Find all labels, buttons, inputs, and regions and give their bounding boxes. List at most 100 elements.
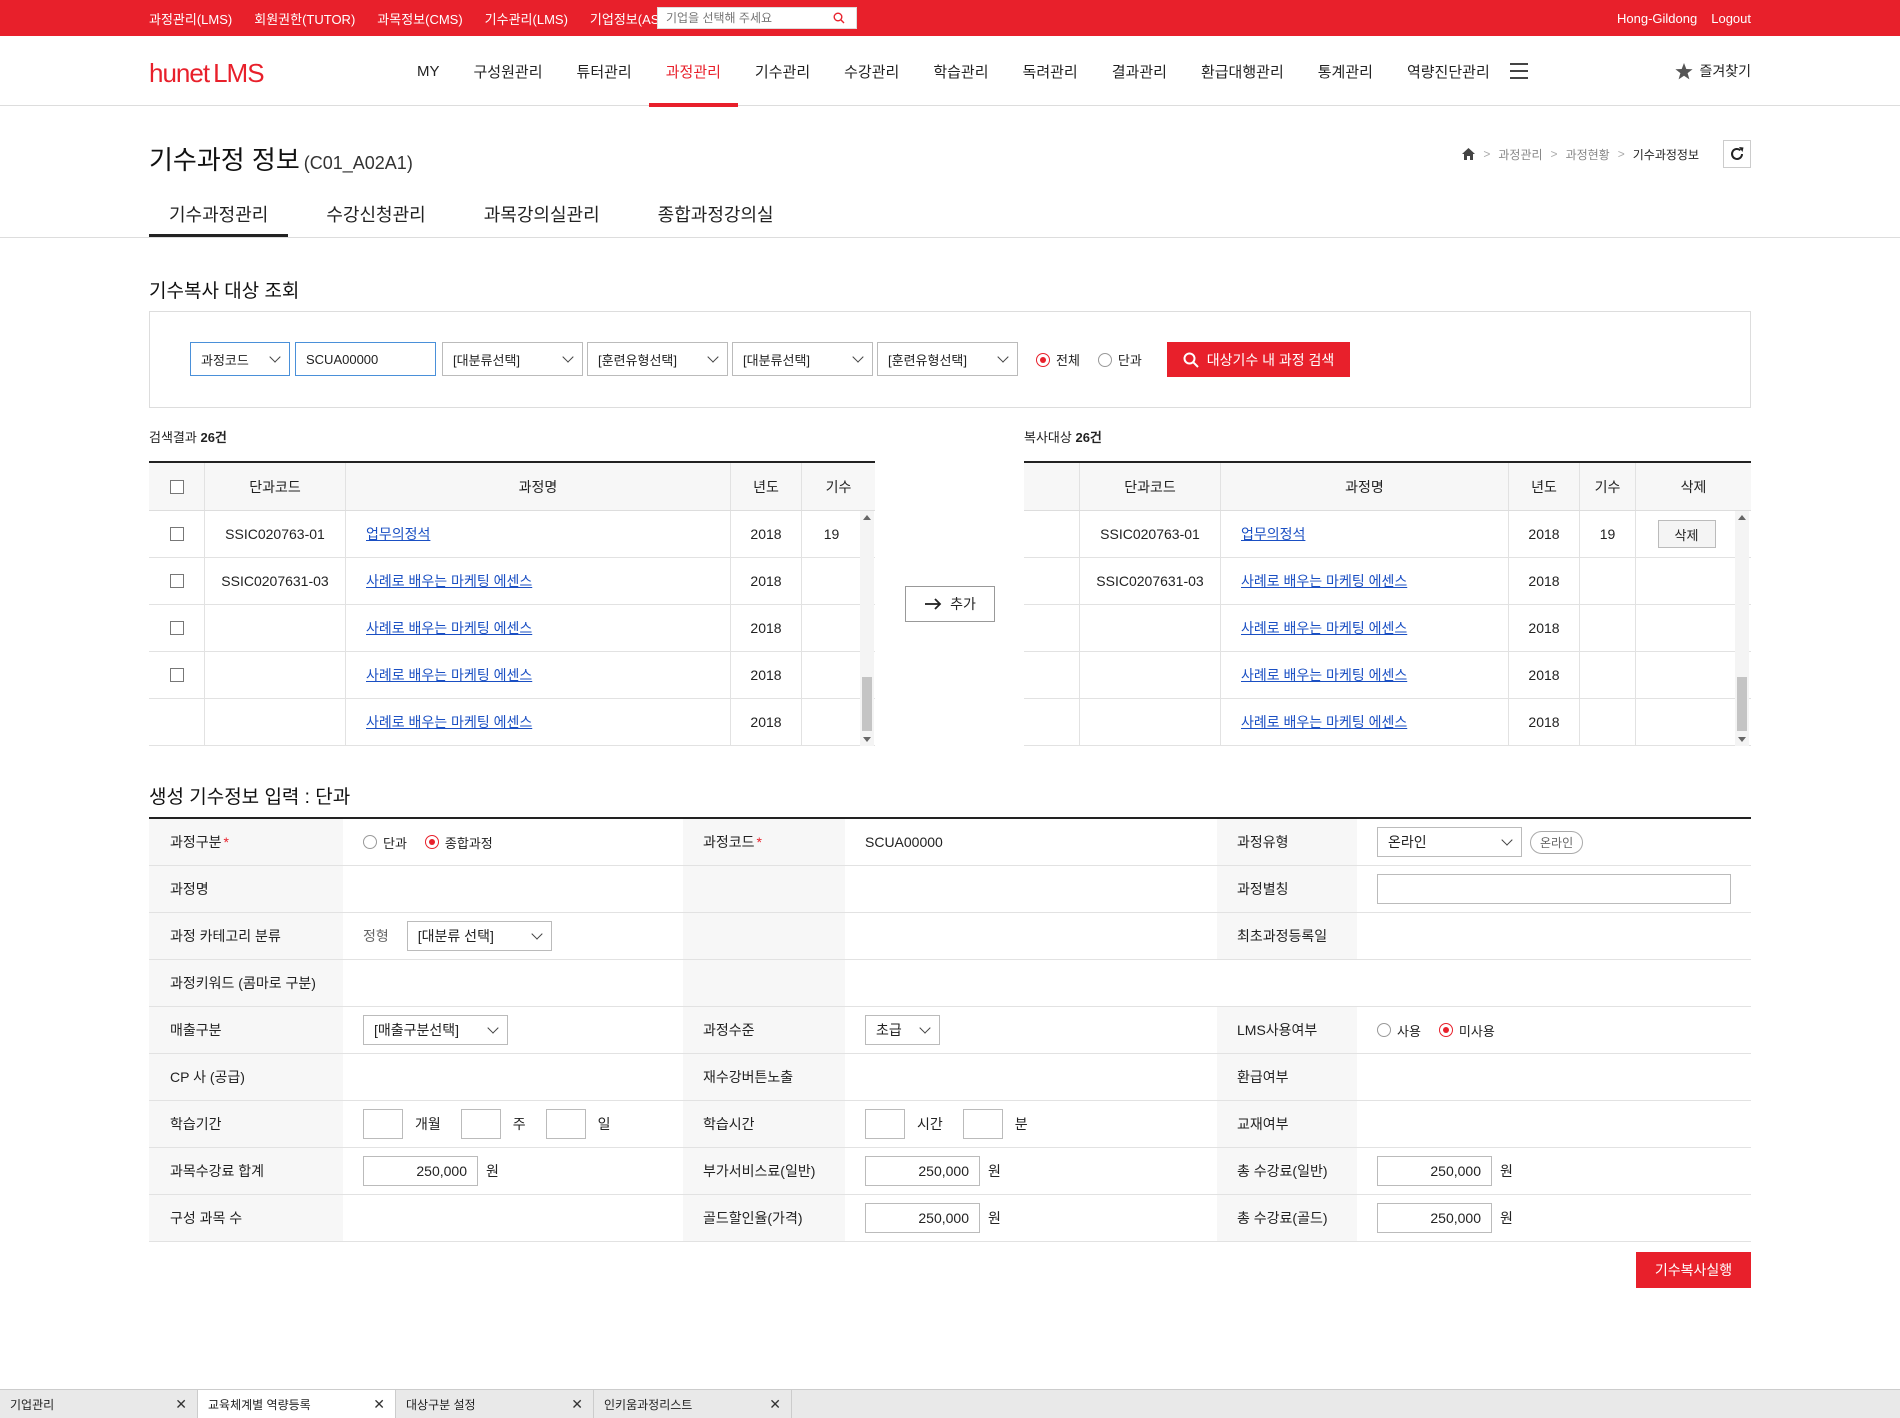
row-checkbox[interactable] <box>169 574 184 588</box>
course-kind-select[interactable]: 온라인 <box>1377 827 1522 857</box>
gold-discount-input[interactable]: 250,000 <box>865 1203 980 1233</box>
category-select-1[interactable]: [대분류선택] <box>442 342 583 376</box>
lms-use-radio-yes[interactable]: 사용 <box>1377 1021 1421 1040</box>
gnb-item-refund[interactable]: 환급대행관리 <box>1184 36 1301 106</box>
bottom-tab[interactable]: 기업관리 ✕ <box>0 1390 198 1418</box>
scrollbar-thumb[interactable] <box>862 677 872 731</box>
scrollbar-thumb[interactable] <box>1737 677 1747 731</box>
top-link-subject-cms[interactable]: 과목정보(CMS) <box>377 9 462 28</box>
course-name-link[interactable]: 업무의정석 <box>366 524 430 544</box>
time-min-input[interactable] <box>962 1109 1003 1139</box>
gnb-item-statistics[interactable]: 통계관리 <box>1301 36 1390 106</box>
period-week-input[interactable] <box>460 1109 501 1139</box>
tab-enrollment-request[interactable]: 수강신청관리 <box>306 190 445 238</box>
course-type-radio-integrated[interactable]: 종합과정 <box>424 833 493 852</box>
blank-cell <box>1024 699 1080 745</box>
select-all-cell <box>149 463 205 510</box>
results-scrollbar[interactable] <box>860 511 874 746</box>
chevron-down-icon <box>562 351 574 363</box>
category-prefix: 정형 <box>363 928 389 944</box>
row-checkbox[interactable] <box>169 621 184 635</box>
fee-sum-input[interactable]: 250,000 <box>363 1156 478 1186</box>
category-select[interactable]: [대분류 선택] <box>406 921 552 951</box>
category-select-2[interactable]: [대분류선택] <box>732 342 873 376</box>
delete-button[interactable]: 삭제 <box>1657 520 1716 548</box>
gnb-item-members[interactable]: 구성원관리 <box>457 36 560 106</box>
training-type-select-2[interactable]: [훈련유형선택] <box>877 342 1018 376</box>
vat-input[interactable]: 250,000 <box>865 1156 980 1186</box>
course-code-input[interactable]: SCUA00000 <box>295 342 436 376</box>
top-link-course-lms[interactable]: 과정관리(LMS) <box>149 9 232 28</box>
close-icon[interactable]: ✕ <box>373 1396 385 1413</box>
gnb-item-results[interactable]: 결과관리 <box>1095 36 1184 106</box>
gnb-item-courses[interactable]: 과정관리 <box>648 36 739 107</box>
lms-use-radio-no[interactable]: 미사용 <box>1438 1021 1495 1040</box>
user-name[interactable]: Hong-Gildong <box>1617 11 1697 26</box>
company-search-input[interactable] <box>658 11 828 25</box>
course-name-link[interactable]: 사례로 배우는 마케팅 에센스 <box>366 571 532 591</box>
course-name-link[interactable]: 사례로 배우는 마케팅 에센스 <box>366 618 532 638</box>
course-name-link[interactable]: 사례로 배우는 마케팅 에센스 <box>1241 712 1407 732</box>
close-icon[interactable]: ✕ <box>175 1396 187 1413</box>
course-name-link[interactable]: 업무의정석 <box>1241 524 1305 544</box>
close-icon[interactable]: ✕ <box>769 1396 781 1413</box>
bottom-tab[interactable]: 대상구분 설정 ✕ <box>396 1390 594 1418</box>
scroll-up-icon[interactable] <box>863 515 871 520</box>
select-all-checkbox[interactable] <box>169 479 184 494</box>
course-name-link[interactable]: 사례로 배우는 마케팅 에센스 <box>1241 571 1407 591</box>
gnb-item-encourage[interactable]: 독려관리 <box>1006 36 1095 106</box>
gnb-item-my[interactable]: MY <box>400 36 457 106</box>
top-link-generation-lms[interactable]: 기수관리(LMS) <box>485 9 568 28</box>
scroll-down-icon[interactable] <box>1738 737 1746 742</box>
bottom-tab[interactable]: 인키움과정리스트 ✕ <box>594 1390 792 1418</box>
course-alias-input[interactable] <box>1377 874 1731 904</box>
tab-generation-course[interactable]: 기수과정관리 <box>149 190 289 238</box>
time-hour-input[interactable] <box>865 1109 905 1139</box>
gnb-item-learning[interactable]: 학습관리 <box>916 36 1005 106</box>
course-name-link[interactable]: 사례로 배우는 마케팅 에센스 <box>1241 618 1407 638</box>
hunet-lms-logo[interactable]: hunet LMS <box>149 58 265 89</box>
bottom-tab[interactable]: 교육체계별 역량등록 ✕ <box>198 1390 396 1418</box>
logout-link[interactable]: Logout <box>1711 11 1751 26</box>
add-button[interactable]: 추가 <box>905 586 995 622</box>
period-day-input[interactable] <box>545 1109 586 1139</box>
breadcrumb-item[interactable]: 과정현황 <box>1566 146 1610 163</box>
gnb-item-enrollment[interactable]: 수강관리 <box>827 36 916 106</box>
tab-integrated-classroom[interactable]: 종합과정강의실 <box>638 190 794 238</box>
course-type-radio-single[interactable]: 단과 <box>363 833 407 852</box>
retake-label: 재수강버튼노출 <box>683 1054 845 1100</box>
close-icon[interactable]: ✕ <box>571 1396 583 1413</box>
refresh-button[interactable] <box>1723 140 1751 168</box>
gnb-item-competency[interactable]: 역량진단관리 <box>1390 36 1507 106</box>
scroll-down-icon[interactable] <box>863 737 871 742</box>
search-course-button[interactable]: 대상기수 내 과정 검색 <box>1167 342 1350 377</box>
tab-subject-classroom[interactable]: 과목강의실관리 <box>464 190 620 238</box>
course-name-link[interactable]: 사례로 배우는 마케팅 에센스 <box>1241 665 1407 685</box>
level-select[interactable]: 초급 <box>865 1015 940 1045</box>
execute-copy-button[interactable]: 기수복사실행 <box>1636 1252 1751 1288</box>
row-checkbox[interactable] <box>169 527 184 541</box>
menu-icon[interactable] <box>1510 63 1528 79</box>
code-type-select[interactable]: 과정코드 <box>190 342 290 376</box>
scroll-up-icon[interactable] <box>1738 515 1746 520</box>
copy-scrollbar[interactable] <box>1735 511 1749 746</box>
gnb-item-tutors[interactable]: 튜터관리 <box>560 36 649 106</box>
favorites-button[interactable]: 즐겨찾기 <box>1675 36 1751 106</box>
scope-radio-all[interactable]: 전체 <box>1036 350 1080 369</box>
gnb-item-generations[interactable]: 기수관리 <box>738 36 827 106</box>
total-fee-input[interactable]: 250,000 <box>1377 1156 1492 1186</box>
course-name-link[interactable]: 사례로 배우는 마케팅 에센스 <box>366 712 532 732</box>
row-checkbox[interactable] <box>169 668 184 682</box>
training-type-select-1[interactable]: [훈련유형선택] <box>587 342 728 376</box>
search-icon[interactable] <box>828 7 850 29</box>
top-link-member-tutor[interactable]: 회원권한(TUTOR) <box>254 9 355 28</box>
lms-use-label: LMS사용여부 <box>1217 1007 1357 1053</box>
total-gold-input[interactable]: 250,000 <box>1377 1203 1492 1233</box>
home-icon[interactable] <box>1462 148 1476 160</box>
search-icon <box>1183 352 1199 368</box>
period-month-input[interactable] <box>363 1109 403 1139</box>
course-name-link[interactable]: 사례로 배우는 마케팅 에센스 <box>366 665 532 685</box>
breadcrumb-item[interactable]: 과정관리 <box>1498 146 1542 163</box>
scope-radio-single[interactable]: 단과 <box>1097 350 1142 369</box>
sales-select[interactable]: [매출구분선택] <box>363 1015 508 1045</box>
